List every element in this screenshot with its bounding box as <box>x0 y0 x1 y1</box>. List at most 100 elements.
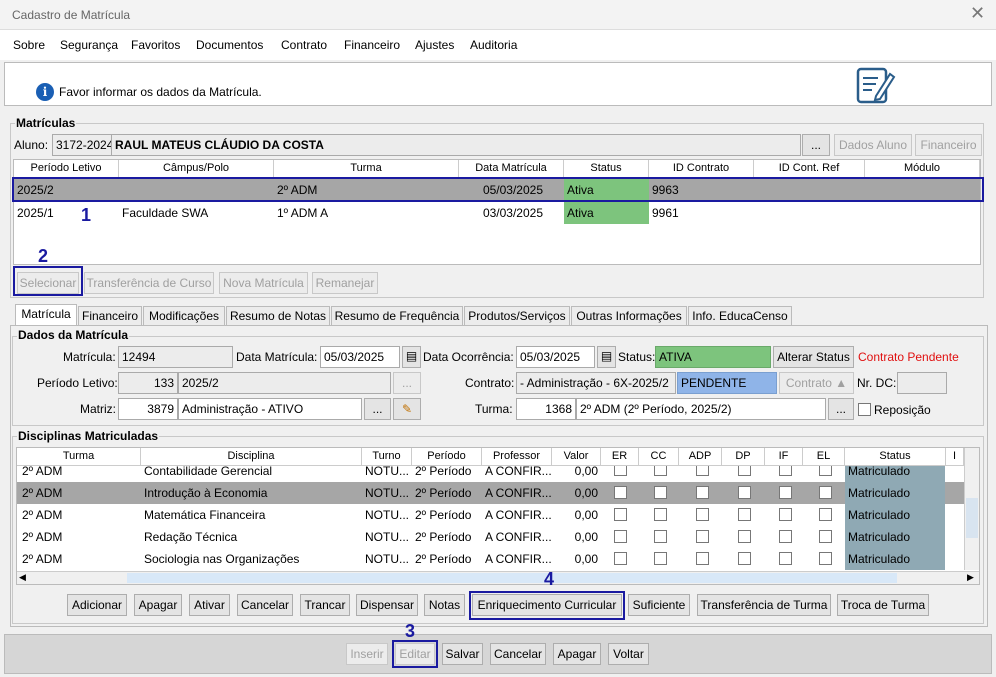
er-checkbox[interactable] <box>614 466 627 476</box>
contrato-status-field[interactable]: PENDENTE <box>677 372 777 394</box>
ativar-button[interactable]: Ativar <box>189 594 230 616</box>
aluno-code-field[interactable]: 3172-2024 <box>52 134 112 156</box>
data-matricula-field[interactable]: 05/03/2025 <box>320 346 400 368</box>
matricula-field[interactable]: 12494 <box>118 346 233 368</box>
turma-code-field[interactable]: 1368 <box>516 398 576 420</box>
col-valor[interactable]: Valor <box>552 448 601 466</box>
if-checkbox[interactable] <box>779 486 792 499</box>
adp-checkbox[interactable] <box>696 530 709 543</box>
scroll-thumb[interactable] <box>966 498 978 538</box>
tab-matricula[interactable]: Matrícula <box>15 304 77 326</box>
scroll-left-icon[interactable]: ◀ <box>19 572 26 583</box>
col-status[interactable]: Status <box>564 160 649 178</box>
col-disciplina[interactable]: Disciplina <box>141 448 362 466</box>
notas-button[interactable]: Notas <box>424 594 465 616</box>
contrato-field[interactable]: - Administração - 6X-2025/2 <box>516 372 676 394</box>
tab-resumo-notas[interactable]: Resumo de Notas <box>226 306 330 326</box>
close-icon[interactable]: ✕ <box>970 3 985 24</box>
transferencia-curso-button[interactable]: Transferência de Curso <box>84 272 214 294</box>
scroll-thumb[interactable] <box>127 573 897 583</box>
adp-checkbox[interactable] <box>696 466 709 476</box>
el-checkbox[interactable] <box>819 508 832 521</box>
tab-resumo-frequencia[interactable]: Resumo de Frequência <box>331 306 463 326</box>
er-checkbox[interactable] <box>614 508 627 521</box>
vertical-scrollbar[interactable] <box>964 448 979 570</box>
cc-checkbox[interactable] <box>654 508 667 521</box>
if-checkbox[interactable] <box>779 530 792 543</box>
dp-checkbox[interactable] <box>738 466 751 476</box>
tab-educacenso[interactable]: Info. EducaCenso <box>688 306 792 326</box>
menu-documentos[interactable]: Documentos <box>196 38 263 52</box>
tab-financeiro[interactable]: Financeiro <box>78 306 142 326</box>
apagar-bottom-button[interactable]: Apagar <box>553 643 601 665</box>
tab-modificacoes[interactable]: Modificações <box>143 306 225 326</box>
col-data[interactable]: Data Matrícula <box>459 160 564 178</box>
edit-pencil-icon[interactable]: ✎ <box>393 398 421 420</box>
voltar-button[interactable]: Voltar <box>608 643 649 665</box>
cancelar-button[interactable]: Cancelar <box>237 594 293 616</box>
dispensar-button[interactable]: Dispensar <box>356 594 418 616</box>
tab-produtos[interactable]: Produtos/Serviços <box>464 306 570 326</box>
apagar-button[interactable]: Apagar <box>134 594 182 616</box>
er-checkbox[interactable] <box>614 530 627 543</box>
el-checkbox[interactable] <box>819 486 832 499</box>
turma-search-button[interactable]: ... <box>828 398 854 420</box>
er-checkbox[interactable] <box>614 486 627 499</box>
menu-ajustes[interactable]: Ajustes <box>415 38 454 52</box>
adp-checkbox[interactable] <box>696 486 709 499</box>
el-checkbox[interactable] <box>819 466 832 476</box>
financeiro-button[interactable]: Financeiro <box>915 134 982 156</box>
scroll-right-icon[interactable]: ▶ <box>967 572 974 583</box>
menu-sobre[interactable]: Sobre <box>13 38 45 52</box>
dp-checkbox[interactable] <box>738 486 751 499</box>
periodo-code-field[interactable]: 133 <box>118 372 178 394</box>
col-periodo[interactable]: Período Letivo <box>14 160 119 178</box>
horizontal-scrollbar[interactable]: ◀ ▶ <box>17 571 979 584</box>
er-checkbox[interactable] <box>614 552 627 565</box>
el-checkbox[interactable] <box>819 530 832 543</box>
adp-checkbox[interactable] <box>696 508 709 521</box>
trancar-button[interactable]: Trancar <box>300 594 350 616</box>
col-er[interactable]: ER <box>601 448 639 466</box>
transferencia-turma-button[interactable]: Transferência de Turma <box>697 594 831 616</box>
matriz-search-button[interactable]: ... <box>364 398 391 420</box>
adicionar-button[interactable]: Adicionar <box>67 594 127 616</box>
reposicao-checkbox[interactable] <box>858 403 871 416</box>
adp-checkbox[interactable] <box>696 552 709 565</box>
menu-seguranca[interactable]: Segurança <box>60 38 118 52</box>
aluno-name-field[interactable]: RAUL MATEUS CLÁUDIO DA COSTA <box>111 134 801 156</box>
contrato-button[interactable]: Contrato ▲ <box>779 372 854 394</box>
col-campus[interactable]: Câmpus/Polo <box>119 160 274 178</box>
matriz-field[interactable]: Administração - ATIVO <box>178 398 362 420</box>
if-checkbox[interactable] <box>779 552 792 565</box>
status-field[interactable]: ATIVA <box>655 346 771 368</box>
col-id-cont-ref[interactable]: ID Cont. Ref <box>754 160 865 178</box>
col-if[interactable]: IF <box>765 448 803 466</box>
col-modulo[interactable]: Módulo <box>865 160 980 178</box>
suficiente-button[interactable]: Suficiente <box>628 594 690 616</box>
cc-checkbox[interactable] <box>654 486 667 499</box>
col-status[interactable]: Status <box>845 448 946 466</box>
dados-aluno-button[interactable]: Dados Aluno <box>834 134 912 156</box>
salvar-button[interactable]: Salvar <box>442 643 483 665</box>
matriz-code-field[interactable]: 3879 <box>118 398 178 420</box>
periodo-search-button[interactable]: ... <box>393 372 421 394</box>
calendar-icon[interactable]: ▤ <box>402 346 421 368</box>
col-turno[interactable]: Turno <box>362 448 412 466</box>
cc-checkbox[interactable] <box>654 530 667 543</box>
col-cc[interactable]: CC <box>639 448 679 466</box>
menu-favoritos[interactable]: Favoritos <box>131 38 180 52</box>
dp-checkbox[interactable] <box>738 508 751 521</box>
if-checkbox[interactable] <box>779 466 792 476</box>
data-ocorrencia-field[interactable]: 05/03/2025 <box>516 346 595 368</box>
nr-dc-field[interactable] <box>897 372 947 394</box>
if-checkbox[interactable] <box>779 508 792 521</box>
turma-field[interactable]: 2º ADM (2º Período, 2025/2) <box>576 398 826 420</box>
alterar-status-button[interactable]: Alterar Status <box>773 346 854 368</box>
col-el[interactable]: EL <box>803 448 845 466</box>
col-adp[interactable]: ADP <box>679 448 722 466</box>
col-turma[interactable]: Turma <box>17 448 141 466</box>
col-dp[interactable]: DP <box>722 448 765 466</box>
dp-checkbox[interactable] <box>738 530 751 543</box>
calendar-icon[interactable]: ▤ <box>597 346 616 368</box>
